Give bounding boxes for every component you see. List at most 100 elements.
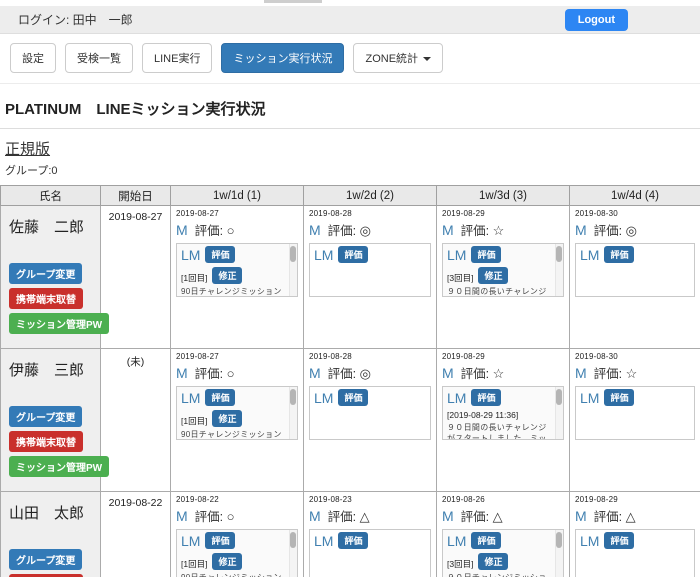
logout-button[interactable]: Logout xyxy=(565,9,628,31)
nav-tab-settings[interactable]: 設定 xyxy=(10,43,56,73)
group-change-button[interactable]: グループ変更 xyxy=(9,263,82,284)
lm-label: LM xyxy=(580,533,599,549)
column-header: 氏名 xyxy=(1,186,101,206)
nav-tab-zone-stats[interactable]: ZONE統計 xyxy=(353,43,443,73)
evaluate-button[interactable]: 評価 xyxy=(604,246,634,263)
nav-tab-label: 設定 xyxy=(22,53,44,65)
m-rating-line: M評価: ○ xyxy=(176,363,298,382)
m-rating-line: M評価: △ xyxy=(309,506,431,525)
attempt-label: [2019-08-29 11:36] xyxy=(447,410,518,420)
attempt-line: [1回目]修正 xyxy=(181,553,285,570)
m-rating-symbol: △ xyxy=(493,509,503,524)
member-cell: 佐藤 二郎グループ変更携帯端末取替ミッション管理PW xyxy=(1,206,101,349)
lm-line: LM評価 xyxy=(447,389,551,408)
mission-day-cell: 2019-08-29M評価: ☆LM評価[3回目]修正９０日間の長いチャレンジが… xyxy=(437,206,570,349)
lm-line: LM 評価 xyxy=(447,246,551,265)
evaluate-button[interactable]: 評価 xyxy=(338,389,368,406)
evaluate-button[interactable]: 評価 xyxy=(471,246,501,263)
nav-tab-mission-status[interactable]: ミッション実行状況 xyxy=(221,43,344,73)
mission-status-table: 氏名開始日1w/1d (1)1w/2d (2)1w/3d (3)1w/4d (4… xyxy=(0,185,700,577)
m-label: M xyxy=(309,222,321,238)
attempt-line: [1回目]修正 xyxy=(181,267,285,284)
m-rating-line: M評価: ◎ xyxy=(575,220,695,239)
lm-line: LM評価 xyxy=(181,389,285,408)
evaluate-button[interactable]: 評価 xyxy=(338,246,368,263)
scrollbar-thumb[interactable] xyxy=(290,246,296,262)
lm-line: LM 評価 xyxy=(314,532,418,551)
attempt-label: [3回目] xyxy=(447,273,473,283)
mission-day-cell: 2019-08-28M評価: ◎LM評価 xyxy=(304,349,437,492)
clipped-browser-artifact xyxy=(0,0,700,6)
m-label: M xyxy=(575,222,587,238)
cell-date: 2019-08-28 xyxy=(309,352,431,361)
fix-button[interactable]: 修正 xyxy=(478,267,508,284)
evaluate-button[interactable]: 評価 xyxy=(604,389,634,406)
lm-label: LM xyxy=(314,247,333,263)
table-body: 佐藤 二郎グループ変更携帯端末取替ミッション管理PW2019-08-272019… xyxy=(1,206,700,577)
lm-label: LM xyxy=(314,533,333,549)
mission-day-cell: 2019-08-29M評価: △LM評価 xyxy=(570,492,700,577)
evaluate-button[interactable]: 評価 xyxy=(471,532,501,549)
mission-day-cell: 2019-08-30M評価: ☆LM評価 xyxy=(570,349,700,492)
lm-box: LM 評価 xyxy=(575,386,695,440)
m-rating-symbol: ○ xyxy=(227,366,235,381)
lm-box: LM評価[1回目]修正90日チャレンジミッションがスタートします。これまで避けて… xyxy=(176,386,298,440)
lm-box: LM 評価 xyxy=(575,529,695,577)
page-title: PLATINUM LINEミッション実行状況 xyxy=(0,84,700,129)
scrollbar-thumb[interactable] xyxy=(556,389,562,405)
rating-prefix: 評価: xyxy=(461,367,493,381)
nav-tab-line-exec[interactable]: LINE実行 xyxy=(142,43,212,73)
mission-pw-button[interactable]: ミッション管理PW xyxy=(9,313,109,334)
m-rating-symbol: ○ xyxy=(227,223,235,238)
rating-prefix: 評価: xyxy=(195,367,227,381)
member-cell: 山田 太郎グループ変更携帯端末取替ミッション管理PW xyxy=(1,492,101,577)
scrollbar-thumb[interactable] xyxy=(290,532,296,548)
cell-date: 2019-08-23 xyxy=(309,495,431,504)
lm-label: LM xyxy=(580,390,599,406)
fix-button[interactable]: 修正 xyxy=(212,410,242,427)
device-swap-button[interactable]: 携帯端末取替 xyxy=(9,288,83,309)
member-actions: グループ変更携帯端末取替ミッション管理PW xyxy=(9,549,92,577)
clipped-text-fragment xyxy=(264,0,322,3)
m-rating-line: M評価: ◎ xyxy=(309,220,431,239)
fix-button[interactable]: 修正 xyxy=(212,553,242,570)
evaluate-button[interactable]: 評価 xyxy=(205,246,235,263)
fix-button[interactable]: 修正 xyxy=(212,267,242,284)
lm-line: LM 評価 xyxy=(580,389,682,408)
nav-tabs: 設定 受検一覧 LINE実行 ミッション実行状況 ZONE統計 xyxy=(0,34,700,84)
m-rating-symbol: ☆ xyxy=(493,366,505,381)
lm-label: LM xyxy=(580,247,599,263)
nav-tab-exam-list[interactable]: 受検一覧 xyxy=(65,43,133,73)
lm-label: LM xyxy=(447,247,466,263)
evaluate-button[interactable]: 評価 xyxy=(205,532,235,549)
login-user-label: ログイン: 田中 一郎 xyxy=(18,11,133,28)
scrollbar-thumb[interactable] xyxy=(556,246,562,262)
m-rating-symbol: ◎ xyxy=(360,366,371,381)
m-rating-line: M評価: ○ xyxy=(176,506,298,525)
lm-box: LM評価[3回目]修正９０日チャレンジミッションへの取り組みはどうですか。自己評… xyxy=(442,529,564,577)
m-rating-symbol: ○ xyxy=(227,509,235,524)
mission-day-cell: 2019-08-28M評価: ◎LM評価 xyxy=(304,206,437,349)
version-link[interactable]: 正規版 xyxy=(5,138,50,159)
nav-tab-label: ミッション実行状況 xyxy=(233,53,332,65)
mission-message: ９０日間の長いチャレンジがスタートしました。ミッションの内容はあなたがこ xyxy=(447,287,551,297)
scrollbar-thumb[interactable] xyxy=(290,389,296,405)
mission-pw-button[interactable]: ミッション管理PW xyxy=(9,456,109,477)
attempt-line: [1回目]修正 xyxy=(181,410,285,427)
m-label: M xyxy=(309,365,321,381)
rating-prefix: 評価: xyxy=(461,510,493,524)
evaluate-button[interactable]: 評価 xyxy=(604,532,634,549)
fix-button[interactable]: 修正 xyxy=(478,553,508,570)
attempt-line: [3回目]修正 xyxy=(447,553,551,570)
group-change-button[interactable]: グループ変更 xyxy=(9,549,82,570)
device-swap-button[interactable]: 携帯端末取替 xyxy=(9,431,83,452)
scrollbar-thumb[interactable] xyxy=(556,532,562,548)
evaluate-button[interactable]: 評価 xyxy=(471,389,501,406)
mission-day-cell: 2019-08-27M評価: ○LM評価[1回目]修正90日チャレンジミッション… xyxy=(171,206,304,349)
m-label: M xyxy=(575,365,587,381)
lm-box: LM評価[2019-08-29 11:36]９０日間の長いチャレンジがスタートし… xyxy=(442,386,564,440)
group-change-button[interactable]: グループ変更 xyxy=(9,406,82,427)
lm-line: LM 評価 xyxy=(580,532,682,551)
evaluate-button[interactable]: 評価 xyxy=(205,389,235,406)
evaluate-button[interactable]: 評価 xyxy=(338,532,368,549)
